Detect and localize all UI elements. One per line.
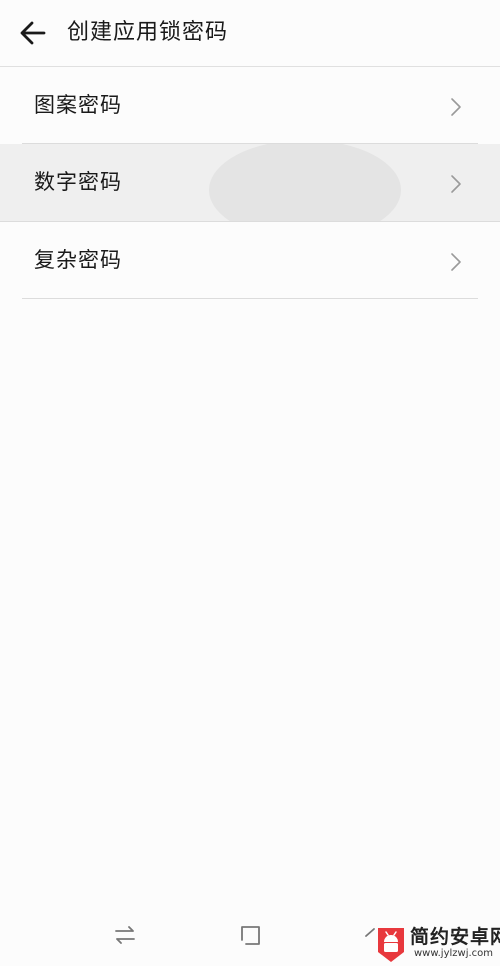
switch-icon — [115, 926, 135, 944]
home-square-icon — [241, 926, 260, 945]
item-label: 数字密码 — [34, 170, 122, 194]
touch-ripple — [209, 144, 401, 221]
page-title: 创建应用锁密码 — [67, 20, 229, 45]
item-label: 复杂密码 — [34, 248, 122, 272]
divider — [22, 298, 478, 299]
watermark-url: www.jylzwj.com — [414, 948, 494, 959]
app-bar: 创建应用锁密码 — [0, 0, 500, 67]
watermark-name: 简约安卓网 — [410, 926, 500, 948]
android-logo — [378, 928, 404, 962]
list-item-complex-password[interactable]: 复杂密码 — [0, 221, 500, 299]
list-item-numeric-password[interactable]: 数字密码 — [0, 144, 500, 221]
chevron-right-icon — [451, 175, 461, 193]
back-button[interactable] — [14, 17, 50, 49]
recent-apps-button[interactable] — [110, 920, 140, 950]
chevron-right-icon — [451, 253, 461, 271]
list-item-pattern-password[interactable]: 图案密码 — [0, 67, 500, 144]
arrow-left-icon — [20, 21, 46, 45]
home-button[interactable] — [236, 920, 266, 950]
site-watermark: 简约安卓网 www.jylzwj.com — [374, 920, 500, 966]
chevron-right-icon — [451, 98, 461, 116]
item-label: 图案密码 — [34, 93, 122, 117]
password-type-list: 图案密码 数字密码 复杂密码 — [0, 67, 500, 299]
